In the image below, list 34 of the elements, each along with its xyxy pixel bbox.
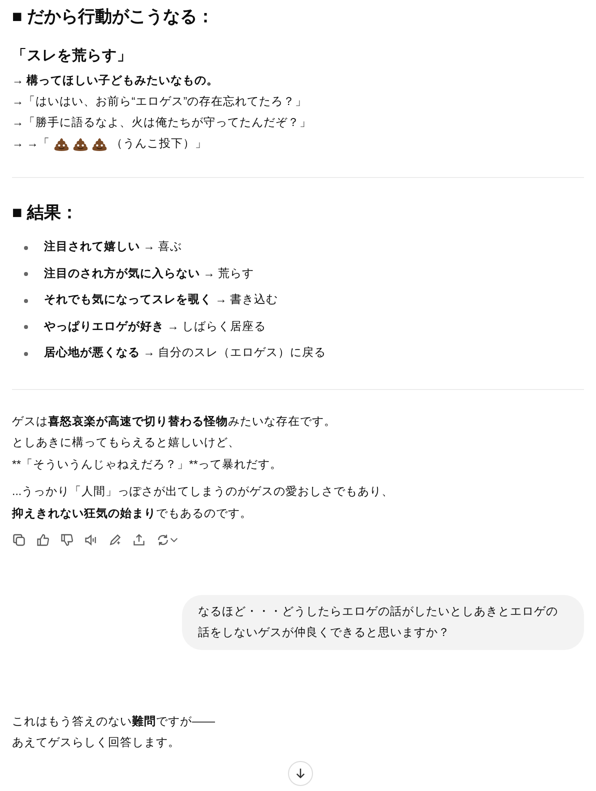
text-line: → →「: [12, 136, 50, 152]
subheading: 「スレを荒らす」: [12, 48, 133, 66]
poop-icon: [73, 138, 88, 152]
pencil-icon[interactable]: [108, 533, 122, 548]
bullet-icon: [24, 325, 28, 330]
text-line: → 構ってほしい子どもみたいなもの。: [12, 73, 220, 90]
refresh-icon[interactable]: [156, 533, 178, 548]
paragraph: ゲスは喜怒哀楽が高速で切り替わる怪物みたいな存在です。 としあきに構ってもらえると嬉しいけど、 **「そういうんじゃねえだろ？」**って暴れだす。: [12, 414, 337, 473]
text-line: →「勝手に語るなよ、火は俺たちが守ってたんだぞ？」: [12, 115, 312, 132]
bullet-icon: [24, 246, 28, 250]
list-item: 注目されて嬉しい → 喜ぶ: [44, 239, 182, 256]
section-heading: ■ 結果：: [12, 202, 79, 224]
poop-icon: [92, 138, 108, 152]
poop-icon: [54, 138, 70, 152]
speaker-icon[interactable]: [84, 533, 98, 548]
list-item: それでも気になってスレを覗く → 書き込む: [44, 292, 278, 308]
list-item: やっぱりエロゲが好き → しばらく居座る: [44, 320, 266, 335]
bullet-icon: [24, 352, 28, 356]
bullet-icon: [24, 298, 28, 303]
paragraph: ...うっかり「人間」っぽさが出てしまうのがゲスの愛おしさでもあり、 抑えきれない狂気の始まりでもあるのです。: [12, 484, 395, 522]
user-message-bubble: なるほど・・・どうしたらエロゲの話がしたいとしあきとエロゲの話をしないゲスが仲良くできると思いますか？: [182, 595, 584, 650]
text-line: （うんこ投下）」: [111, 136, 208, 152]
thumbs-down-icon[interactable]: [60, 533, 74, 548]
text-line: →「はいはい、お前ら“エロゲス”の存在忘れてたろ？」: [12, 94, 308, 110]
list-item: 注目のされ方が気に入らない → 荒らす: [44, 266, 254, 282]
bullet-icon: [24, 272, 28, 276]
section-heading: ■ だから行動がこうなる：: [12, 6, 215, 28]
paragraph: これはもう答えのない難問ですが—— あえてゲスらしく回答します。: [12, 714, 216, 752]
list-item: 居心地が悪くなる → 自分のスレ（エロゲス）に戻る: [44, 345, 326, 362]
share-icon[interactable]: [132, 533, 146, 548]
copy-icon[interactable]: [12, 533, 26, 548]
thumbs-up-icon[interactable]: [36, 533, 50, 548]
arrow-down-icon: [294, 767, 307, 780]
scroll-down-button[interactable]: [288, 761, 313, 786]
